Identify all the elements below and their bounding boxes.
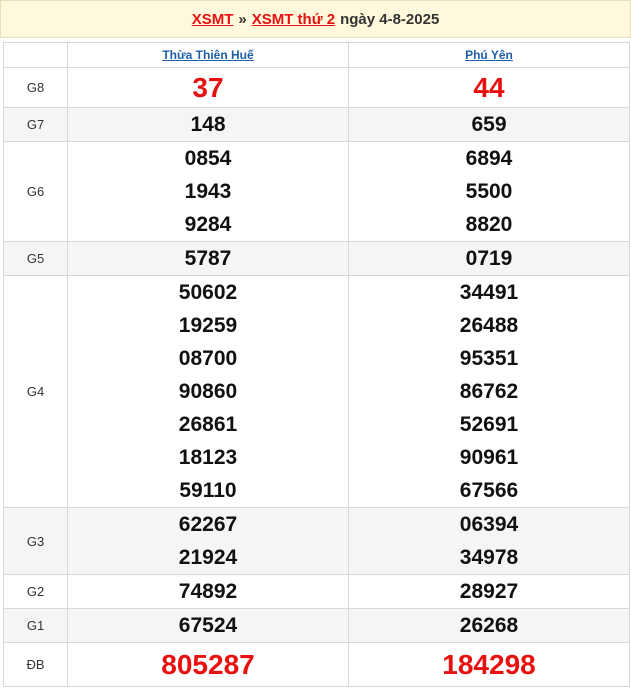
province-header-hue[interactable]: Thừa Thiên Huế (67, 42, 349, 68)
breadcrumb-separator: » (238, 10, 247, 28)
prize-number: 26488 (459, 314, 519, 337)
prize-number: 8820 (465, 213, 513, 236)
prize-number: 26268 (459, 614, 519, 637)
prize-number: 62267 (178, 513, 238, 536)
prize-number: 67524 (178, 614, 238, 637)
prize-cell: 06394 34978 (348, 507, 630, 575)
prize-cell: 184298 (348, 642, 630, 687)
prize-label: G1 (3, 608, 68, 643)
prize-number: 44 (473, 72, 505, 103)
prize-row-db: ĐB 805287 184298 (3, 642, 630, 687)
prize-row-g6: G6 0854 1943 9284 6894 5500 8820 (3, 141, 630, 242)
prize-cell: 34491 26488 95351 86762 52691 90961 67566 (348, 275, 630, 508)
prize-number: 5500 (465, 180, 513, 203)
prize-number: 86762 (459, 380, 519, 403)
prize-number: 67566 (459, 479, 519, 502)
prize-label: G3 (3, 507, 68, 575)
prize-cell: 62267 21924 (67, 507, 349, 575)
prize-label: ĐB (3, 642, 68, 687)
prize-label: G6 (3, 141, 68, 242)
prize-number: 28927 (459, 580, 519, 603)
prize-label: G2 (3, 574, 68, 609)
prize-number: 37 (192, 72, 224, 103)
breadcrumb-xsmt-monday-link[interactable]: XSMT thứ 2 (252, 11, 335, 28)
prize-number: 90961 (459, 446, 519, 469)
prize-row-g8: G8 37 44 (3, 67, 630, 108)
prize-number: 90860 (178, 380, 238, 403)
prize-number: 06394 (459, 513, 519, 536)
breadcrumb-xsmt-link[interactable]: XSMT (192, 11, 234, 28)
prize-row-g4: G4 50602 19259 08700 90860 26861 18123 59110 344… (3, 275, 630, 508)
prize-cell: 74892 (67, 574, 349, 609)
prize-number: 52691 (459, 413, 519, 436)
province-header-phu-yen[interactable]: Phú Yên (348, 42, 630, 68)
results-table: Thừa Thiên Huế Phú Yên G8 37 44 G7 148 659 G6 0… (3, 42, 630, 687)
prize-number: 18123 (178, 446, 238, 469)
prize-cell: 5787 (67, 241, 349, 276)
prize-number: 1943 (184, 180, 232, 203)
prize-cell: 50602 19259 08700 90860 26861 18123 59110 (67, 275, 349, 508)
breadcrumb: XSMT » XSMT thứ 2 ngày 4-8-2025 (0, 0, 631, 38)
prize-number: 50602 (178, 281, 238, 304)
prize-number: 19259 (178, 314, 238, 337)
prize-number: 21924 (178, 546, 238, 569)
prize-row-g2: G2 74892 28927 (3, 574, 630, 609)
prize-number: 9284 (184, 213, 232, 236)
province-header-row: Thừa Thiên Huế Phú Yên (3, 42, 630, 68)
prize-cell: 148 (67, 107, 349, 142)
prize-number: 0719 (465, 247, 513, 270)
prize-cell: 805287 (67, 642, 349, 687)
prize-label: G8 (3, 67, 68, 108)
prize-cell: 37 (67, 67, 349, 108)
prize-number: 95351 (459, 347, 519, 370)
prize-row-g1: G1 67524 26268 (3, 608, 630, 643)
prize-number: 34978 (459, 546, 519, 569)
prize-number: 184298 (442, 649, 536, 680)
prize-cell: 26268 (348, 608, 630, 643)
prize-number: 59110 (179, 479, 237, 502)
prize-number: 0854 (184, 147, 232, 170)
prize-label: G7 (3, 107, 68, 142)
prize-number: 26861 (178, 413, 238, 436)
results-page: XSMT » XSMT thứ 2 ngày 4-8-2025 Thừa Thi… (0, 0, 631, 693)
prize-cell: 659 (348, 107, 630, 142)
prize-column-header (3, 42, 68, 68)
prize-cell: 0854 1943 9284 (67, 141, 349, 242)
prize-number: 6894 (465, 147, 513, 170)
prize-row-g3: G3 62267 21924 06394 34978 (3, 507, 630, 575)
prize-label: G5 (3, 241, 68, 276)
prize-row-g5: G5 5787 0719 (3, 241, 630, 276)
prize-number: 659 (471, 113, 507, 136)
prize-row-g7: G7 148 659 (3, 107, 630, 142)
prize-number: 5787 (184, 247, 232, 270)
prize-number: 148 (190, 113, 226, 136)
prize-label: G4 (3, 275, 68, 508)
prize-number: 805287 (161, 649, 255, 680)
prize-number: 34491 (459, 281, 519, 304)
prize-cell: 0719 (348, 241, 630, 276)
prize-cell: 28927 (348, 574, 630, 609)
prize-number: 08700 (178, 347, 238, 370)
draw-date: ngày 4-8-2025 (340, 10, 440, 28)
prize-cell: 6894 5500 8820 (348, 141, 630, 242)
prize-cell: 67524 (67, 608, 349, 643)
prize-number: 74892 (178, 580, 238, 603)
prize-cell: 44 (348, 67, 630, 108)
